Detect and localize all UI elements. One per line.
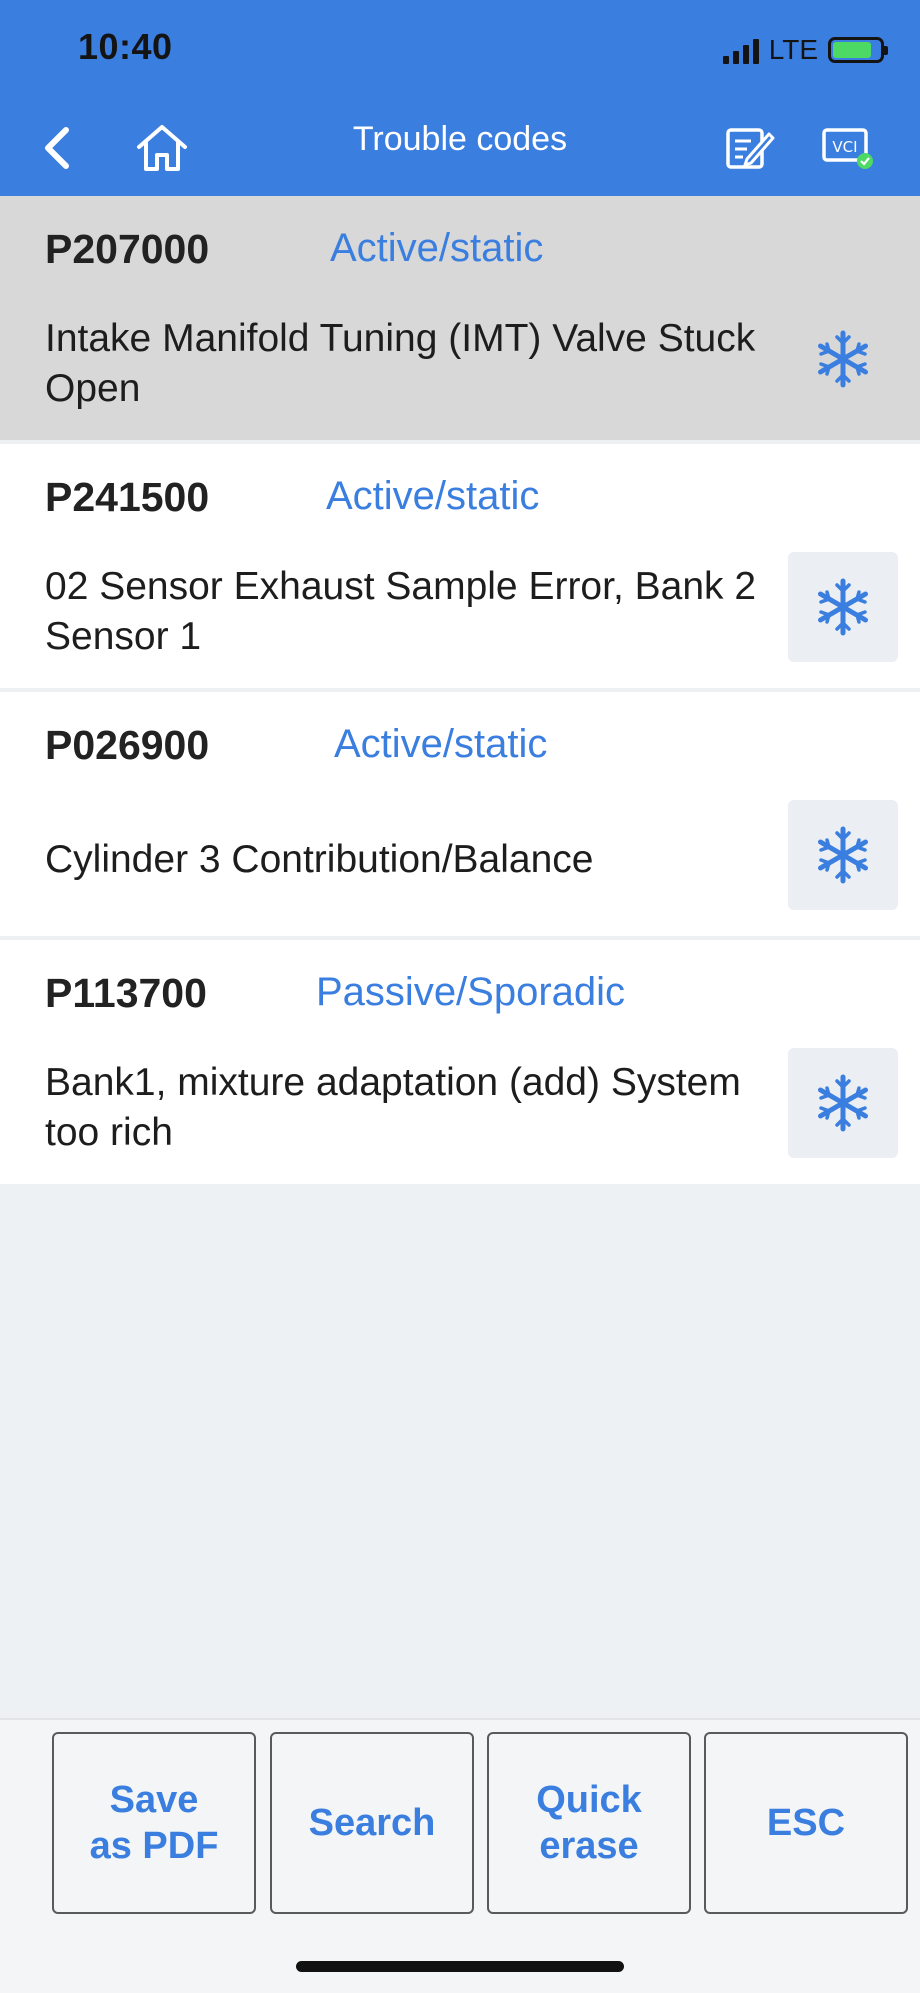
code-status: Active/static	[334, 722, 548, 766]
search-button[interactable]: Search	[270, 1732, 474, 1914]
code-description: Bank1, mixture adaptation (add) System t…	[45, 1061, 741, 1154]
trouble-code-row[interactable]: P241500 Active/static 02 Sensor Exhaust …	[0, 444, 920, 688]
freeze-frame-button[interactable]	[788, 304, 898, 414]
code-status: Passive/Sporadic	[316, 970, 626, 1014]
freeze-frame-button[interactable]	[788, 800, 898, 910]
code-description: Intake Manifold Tuning (IMT) Valve Stuck…	[45, 317, 756, 410]
code-number: P113700	[45, 970, 207, 1016]
esc-button[interactable]: ESC	[704, 1732, 908, 1914]
snowflake-icon	[818, 330, 868, 388]
freeze-frame-button[interactable]	[788, 552, 898, 662]
snowflake-icon	[818, 1074, 868, 1132]
code-description: Cylinder 3 Contribution/Balance	[45, 838, 594, 881]
vci-connection-icon[interactable]: VCI	[820, 120, 876, 176]
trouble-code-list: P207000 Active/static Intake Manifold Tu…	[0, 196, 920, 1188]
trouble-code-row[interactable]: P026900 Active/static Cylinder 3 Contrib…	[0, 692, 920, 936]
app-header: 10:40 LTE Trouble codes VCI	[0, 0, 920, 196]
trouble-code-row[interactable]: P113700 Passive/Sporadic Bank1, mixture …	[0, 940, 920, 1184]
battery-icon	[828, 37, 888, 63]
signal-icon	[722, 36, 759, 64]
save-pdf-button[interactable]: Save as PDF	[52, 1732, 256, 1914]
home-indicator	[296, 1961, 624, 1972]
svg-text:VCI: VCI	[832, 138, 857, 156]
trouble-code-row[interactable]: P207000 Active/static Intake Manifold Tu…	[0, 196, 920, 440]
code-status: Active/static	[326, 474, 540, 518]
status-time: 10:40	[78, 26, 173, 67]
code-description: 02 Sensor Exhaust Sample Error, Bank 2 S…	[45, 565, 757, 658]
edit-report-icon[interactable]	[722, 120, 778, 176]
code-number: P026900	[45, 722, 210, 768]
code-number: P207000	[45, 226, 210, 272]
snowflake-icon	[818, 826, 868, 884]
network-label: LTE	[768, 34, 818, 65]
code-number: P241500	[45, 474, 210, 520]
page-title: Trouble codes	[352, 120, 568, 158]
status-icons: LTE	[722, 30, 888, 70]
code-status: Active/static	[330, 226, 544, 270]
bottom-action-bar: Save as PDF Search Quick erase ESC	[0, 1718, 920, 1993]
freeze-frame-button[interactable]	[788, 1048, 898, 1158]
quick-erase-button[interactable]: Quick erase	[487, 1732, 691, 1914]
snowflake-icon	[818, 578, 868, 636]
